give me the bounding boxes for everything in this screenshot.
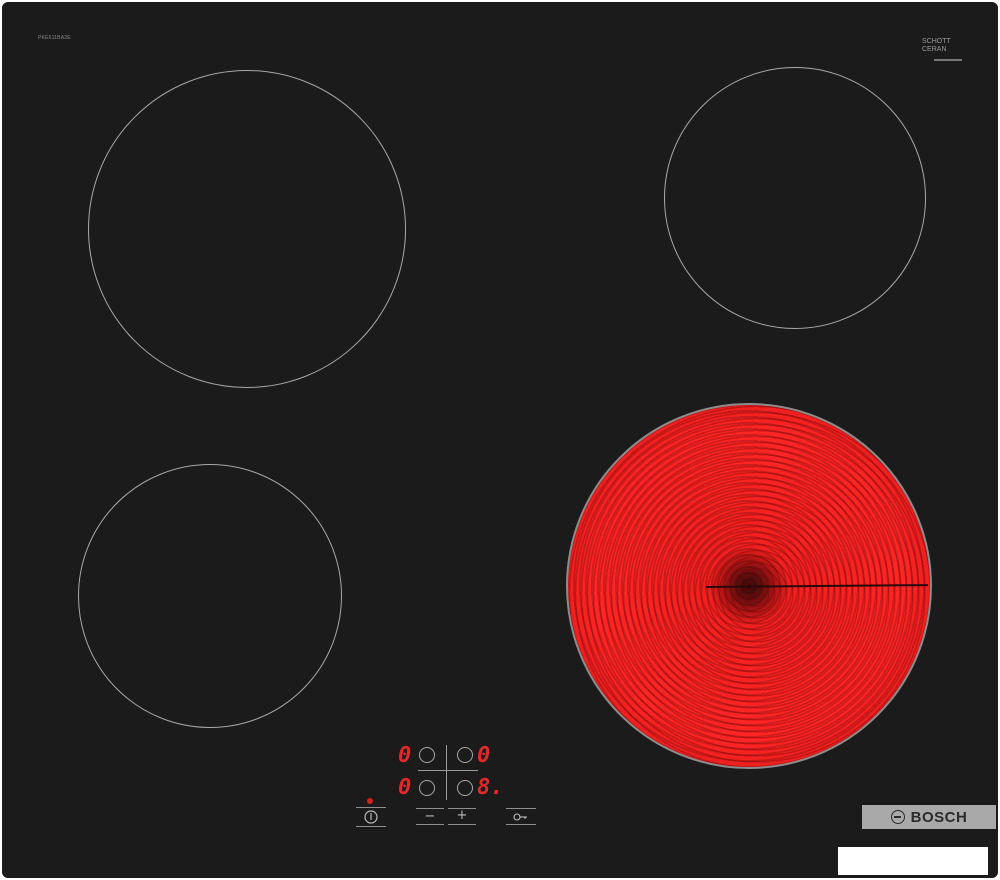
zone-cross-vertical (446, 745, 447, 800)
plus-button[interactable]: + (448, 809, 476, 823)
zone-cross-horizontal (418, 770, 478, 771)
glass-brand-underline (934, 59, 962, 61)
glass-brand-label: SCHOTT CERAN (922, 38, 951, 53)
schott-ceran-logo: SCHOTT CERAN (922, 38, 966, 64)
zone-select-rear-left[interactable] (419, 747, 435, 763)
power-icon (364, 810, 378, 824)
power-button[interactable] (356, 808, 386, 826)
zone-select-front-right[interactable] (457, 780, 473, 796)
key-icon (513, 813, 527, 821)
display-top-right: 0 (477, 743, 491, 768)
rear-right-zone[interactable] (664, 67, 926, 329)
lock-button-bottom-line (506, 824, 536, 825)
bosch-badge: BOSCH (862, 805, 996, 829)
minus-button[interactable]: − (416, 810, 444, 824)
power-button-bottom-line (356, 826, 386, 827)
bottom-edge-strip (838, 847, 988, 875)
model-number: PKE611BA2E (38, 35, 71, 41)
power-indicator-led (367, 798, 373, 804)
display-top-left: 0 (398, 743, 412, 768)
zone-select-front-left[interactable] (419, 780, 435, 796)
bosch-logo-icon (890, 810, 905, 824)
front-left-zone[interactable] (78, 464, 342, 728)
rear-left-zone[interactable] (88, 70, 406, 388)
child-lock-button[interactable] (506, 810, 536, 824)
zone-select-rear-right[interactable] (457, 747, 473, 763)
display-bottom-left: 0 (398, 775, 412, 800)
display-bottom-right: 8. (477, 775, 504, 800)
plus-button-bottom-line (448, 824, 476, 825)
minus-button-bottom-line (416, 824, 444, 825)
lock-button-top-line (506, 808, 536, 809)
brand-name: BOSCH (910, 808, 968, 826)
